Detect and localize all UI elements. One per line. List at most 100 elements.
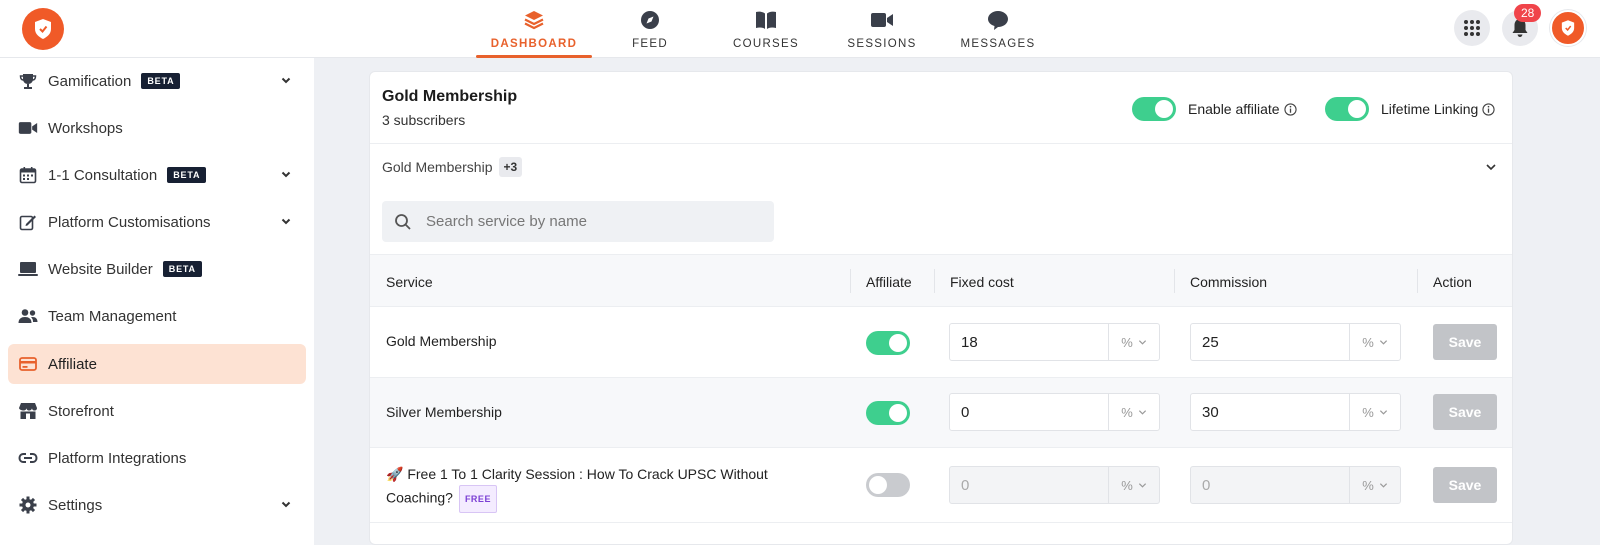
sidebar-item-gamification[interactable]: Gamification BETA	[8, 61, 306, 101]
shield-logo-icon	[35, 19, 51, 39]
shield-logo-icon	[1561, 20, 1575, 36]
beta-badge: BETA	[141, 73, 181, 89]
table-row: Silver Membership % % Save	[370, 378, 1512, 448]
sidebar-item-consultation[interactable]: 1-1 Consultation BETA	[8, 155, 306, 195]
enable-affiliate-toggle[interactable]	[1132, 97, 1176, 121]
compass-icon	[640, 8, 660, 32]
brand-logo[interactable]	[22, 8, 64, 50]
gear-icon	[18, 495, 38, 515]
service-name: Gold Membership	[386, 333, 497, 349]
sidebar-item-label: Workshops	[48, 119, 123, 137]
sidebar-item-workshops[interactable]: Workshops	[8, 108, 306, 148]
extra-count-badge: +3	[498, 157, 523, 177]
chevron-down-icon	[281, 77, 291, 84]
unit-select[interactable]: %	[1349, 324, 1400, 360]
table-header: Service Affiliate Fixed cost Commission …	[370, 254, 1512, 308]
nav-label: FEED	[632, 38, 668, 50]
layers-icon	[523, 8, 545, 32]
grid-icon	[1464, 20, 1480, 36]
table-row: 🚀 Free 1 To 1 Clarity Session : How To C…	[370, 448, 1512, 523]
sidebar-item-label: Affiliate	[48, 355, 97, 373]
fixed-cost-input[interactable]	[950, 324, 1108, 360]
unit-select[interactable]: %	[1108, 467, 1159, 503]
info-icon[interactable]	[1283, 102, 1297, 116]
unit-label: %	[1121, 477, 1133, 493]
commission-input[interactable]	[1191, 394, 1349, 430]
nav-label: DASHBOARD	[490, 38, 578, 50]
top-right-actions: 28	[1454, 4, 1586, 46]
sidebar-item-affiliate[interactable]: Affiliate	[8, 344, 306, 384]
header-action: Action	[1417, 255, 1472, 308]
lifetime-linking-label: Lifetime Linking	[1381, 101, 1479, 117]
row-affiliate-toggle[interactable]	[866, 401, 910, 425]
free-badge: FREE	[458, 485, 497, 513]
nav-messages[interactable]: MESSAGES	[940, 0, 1056, 58]
sidebar-item-website-builder[interactable]: Website Builder BETA	[8, 249, 306, 289]
nav-feed[interactable]: FEED	[592, 0, 708, 58]
sidebar-item-platform-integrations[interactable]: Platform Integrations	[8, 438, 306, 478]
row-affiliate-toggle[interactable]	[866, 473, 910, 497]
header-affiliate-label: Affiliate	[866, 273, 912, 290]
info-icon[interactable]	[1482, 102, 1495, 116]
sidebar-item-label: Team Management	[48, 307, 177, 325]
sidebar-item-team-management[interactable]: Team Management	[8, 296, 306, 336]
header-action-label: Action	[1433, 273, 1472, 290]
header-commission: Commission	[1174, 255, 1267, 308]
calendar-icon	[18, 165, 38, 185]
search-icon	[395, 213, 411, 230]
fixed-cost-input[interactable]	[950, 394, 1108, 430]
beta-badge: BETA	[167, 167, 207, 183]
nav-label: MESSAGES	[960, 38, 1036, 50]
nav-sessions[interactable]: SESSIONS	[824, 0, 940, 58]
sidebar-item-settings[interactable]: Settings	[8, 485, 306, 525]
commission-input[interactable]	[1191, 467, 1349, 503]
unit-select[interactable]: %	[1108, 324, 1159, 360]
book-icon	[754, 8, 778, 32]
lifetime-linking-toggle[interactable]	[1325, 97, 1369, 121]
notification-count-badge: 28	[1514, 4, 1542, 22]
row-affiliate-toggle[interactable]	[866, 331, 910, 355]
search-input[interactable]	[426, 213, 756, 230]
header-commission-label: Commission	[1190, 273, 1268, 290]
header-service: Service	[386, 273, 433, 290]
chevron-down-icon	[281, 218, 291, 225]
notifications-button[interactable]: 28	[1502, 4, 1542, 46]
chevron-down-icon	[1379, 409, 1387, 415]
commission-input[interactable]	[1191, 324, 1349, 360]
sidebar-item-label: Platform Integrations	[48, 449, 187, 467]
card-title: Gold Membership	[382, 88, 518, 105]
save-button[interactable]: Save	[1433, 324, 1497, 360]
unit-label: %	[1362, 334, 1374, 350]
unit-label: %	[1121, 404, 1133, 420]
save-button[interactable]: Save	[1433, 394, 1497, 430]
sidebar-item-platform-customisations[interactable]: Platform Customisations	[8, 202, 306, 242]
chevron-down-icon	[1379, 482, 1387, 488]
unit-select[interactable]: %	[1349, 467, 1400, 503]
membership-dropdown[interactable]: Gold Membership +3	[370, 144, 1512, 190]
nav-dashboard[interactable]: DASHBOARD	[476, 0, 592, 58]
top-nav: DASHBOARD FEED COURSES SESSIONS MESSAGES	[476, 0, 1056, 58]
apps-button[interactable]	[1454, 10, 1490, 46]
lifetime-linking-group: Lifetime Linking	[1325, 97, 1495, 121]
chevron-down-icon	[1138, 482, 1146, 488]
unit-label: %	[1362, 477, 1374, 493]
link-icon	[18, 448, 38, 468]
user-avatar[interactable]	[1550, 10, 1586, 46]
nav-courses[interactable]: COURSES	[708, 0, 824, 58]
commission-field: %	[1190, 393, 1401, 431]
fixed-cost-input[interactable]	[950, 467, 1108, 503]
affiliate-card: Gold Membership 3 subscribers Enable aff…	[369, 71, 1513, 545]
laptop-icon	[18, 259, 38, 279]
nav-label: SESSIONS	[847, 38, 917, 50]
sidebar-item-storefront[interactable]: Storefront	[8, 391, 306, 431]
service-search	[382, 201, 774, 242]
unit-select[interactable]: %	[1349, 394, 1400, 430]
save-button[interactable]: Save	[1433, 467, 1497, 503]
dropdown-label: Gold Membership	[382, 159, 493, 175]
fixed-cost-field: %	[949, 323, 1160, 361]
video-icon	[18, 118, 38, 138]
chevron-down-icon	[1379, 339, 1387, 345]
header-fixed-cost-label: Fixed cost	[950, 273, 1014, 290]
chevron-down-icon	[1138, 409, 1146, 415]
unit-select[interactable]: %	[1108, 394, 1159, 430]
